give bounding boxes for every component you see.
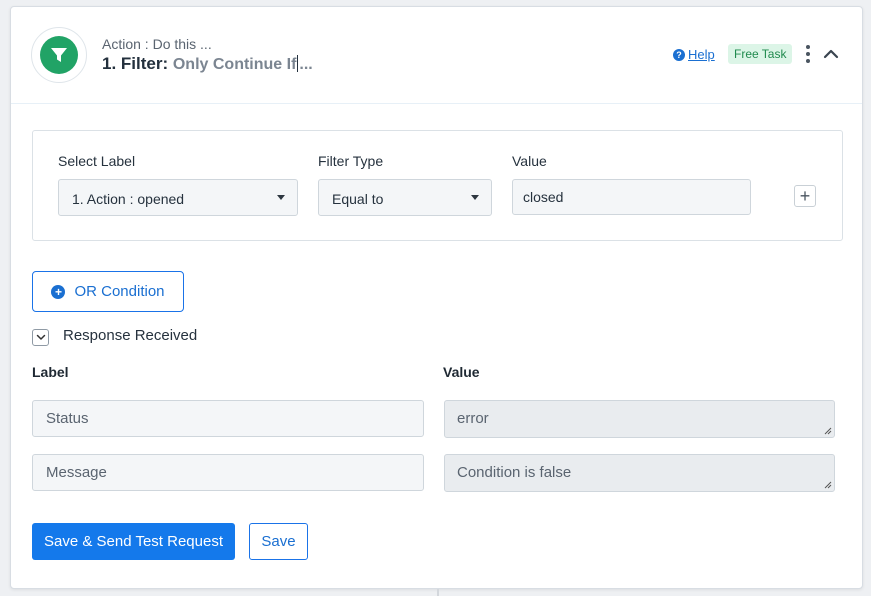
help-label: Help — [688, 47, 715, 62]
step-description-text: Only Continue If — [172, 56, 297, 73]
select-label-heading: Select Label — [58, 153, 136, 169]
select-label-dropdown[interactable]: 1. Action : opened — [58, 179, 298, 216]
kebab-dot — [806, 45, 810, 49]
save-button[interactable]: Save — [249, 523, 308, 560]
connector-line — [437, 589, 439, 596]
chevron-down-icon — [36, 334, 45, 340]
value-heading: Value — [512, 153, 547, 169]
step-subtitle: Action : Do this ... — [102, 36, 212, 52]
step-title-prefix: 1. Filter: — [102, 54, 169, 73]
response-label-status: Status — [32, 400, 424, 437]
or-condition-button[interactable]: + OR Condition — [32, 271, 184, 312]
filter-type-value: Equal to — [332, 191, 384, 207]
filter-type-heading: Filter Type — [318, 153, 384, 169]
kebab-dot — [806, 59, 810, 63]
more-options-icon[interactable] — [803, 45, 813, 63]
save-and-send-test-button[interactable]: Save & Send Test Request — [32, 523, 235, 560]
kebab-dot — [806, 52, 810, 56]
filter-type-dropdown[interactable]: Equal to — [318, 179, 492, 216]
value-input[interactable]: closed — [512, 179, 751, 215]
add-condition-button[interactable]: + — [794, 185, 816, 207]
chevron-up-glyph — [823, 49, 839, 59]
help-icon: ? — [673, 48, 685, 61]
response-value-text: error — [457, 410, 489, 427]
caret-down-icon — [471, 195, 479, 200]
resize-handle-icon[interactable] — [824, 481, 832, 489]
step-title[interactable]: 1. Filter: Only Continue If... — [102, 54, 313, 74]
caret-down-icon — [277, 195, 285, 200]
or-condition-label: OR Condition — [74, 283, 165, 300]
resize-handle-icon[interactable] — [824, 427, 832, 435]
response-value-status[interactable]: error — [444, 400, 835, 438]
filter-condition-box: Select Label 1. Action : opened Filter T… — [32, 130, 843, 241]
response-value-message[interactable]: Condition is false — [444, 454, 835, 492]
step-icon-ring — [31, 27, 87, 83]
response-label-message: Message — [32, 454, 424, 491]
filter-step-card: Action : Do this ... 1. Filter: Only Con… — [10, 6, 863, 589]
label-column-heading: Label — [32, 364, 69, 380]
chevron-up-icon[interactable] — [823, 47, 839, 61]
response-received-title: Response Received — [63, 327, 198, 344]
plus-circle-icon: + — [51, 284, 66, 299]
step-description[interactable]: Only Continue If... — [172, 55, 313, 73]
filter-icon — [40, 36, 78, 74]
free-task-badge: Free Task — [728, 44, 793, 64]
step-description-ellipsis: ... — [299, 56, 313, 73]
step-header[interactable]: Action : Do this ... 1. Filter: Only Con… — [11, 7, 862, 104]
select-label-value: 1. Action : opened — [72, 191, 185, 207]
response-value-text: Condition is false — [457, 464, 572, 481]
help-link[interactable]: ? Help — [673, 47, 715, 62]
value-column-heading: Value — [443, 364, 480, 380]
response-collapse-toggle[interactable] — [32, 329, 49, 346]
funnel-glyph — [51, 48, 67, 62]
